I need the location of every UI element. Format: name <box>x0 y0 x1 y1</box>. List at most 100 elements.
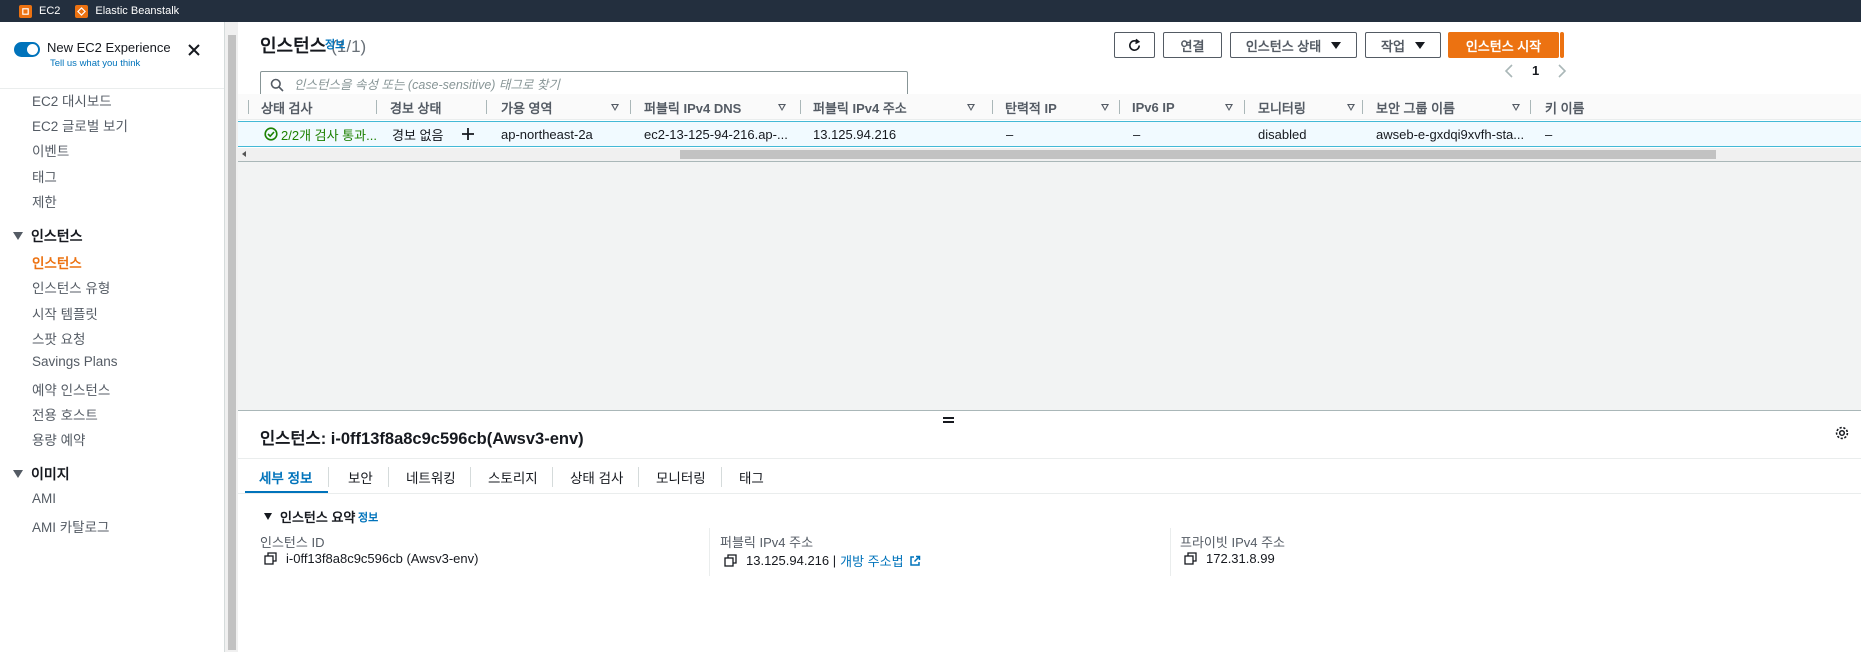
sidebar-item-reserved-instances[interactable]: 예약 인스턴스 <box>32 379 110 399</box>
sidebar-item-capacity-reservations[interactable]: 용량 예약 <box>32 429 85 449</box>
sidebar-item-global-view[interactable]: EC2 글로벌 보기 <box>32 115 128 135</box>
gear-icon[interactable] <box>1834 425 1850 441</box>
horizontal-scrollbar[interactable] <box>238 148 1861 161</box>
pagination: 1 <box>1504 63 1567 78</box>
chevron-left-icon[interactable] <box>1504 63 1514 78</box>
sidebar-scrollbar[interactable] <box>224 22 238 652</box>
button-label: 작업 <box>1381 38 1405 54</box>
column-elastic-ip[interactable]: 탄력적 IP <box>1005 94 1115 120</box>
column-public-ipv4[interactable]: 퍼블릭 IPv4 주소 <box>813 94 983 120</box>
caret-down-icon <box>13 470 23 478</box>
sort-icon[interactable] <box>1101 104 1109 111</box>
sidebar-item-spot-requests[interactable]: 스팟 요청 <box>32 328 85 348</box>
add-alarm-button[interactable] <box>461 122 475 146</box>
column-ipv6[interactable]: IPv6 IP <box>1132 94 1233 120</box>
column-monitoring[interactable]: 모니터링 <box>1258 94 1368 120</box>
launch-instances-button[interactable]: 인스턴스 시작 <box>1448 32 1559 58</box>
column-separator <box>1362 94 1372 120</box>
column-security-group[interactable]: 보안 그룹 이름 <box>1376 94 1526 120</box>
caret-down-icon <box>13 232 23 240</box>
tabs-top-divider <box>238 458 1861 459</box>
column-availability-zone[interactable]: 가용 영역 <box>501 94 621 120</box>
page-title: 인스턴스 (1/1) <box>260 32 366 58</box>
tab-storage[interactable]: 스토리지 <box>488 467 538 487</box>
tab-networking[interactable]: 네트워킹 <box>406 467 456 487</box>
feedback-link[interactable]: Tell us what you think <box>50 58 171 69</box>
scrollbar-thumb[interactable] <box>228 35 236 650</box>
tab-monitoring[interactable]: 모니터링 <box>656 467 706 487</box>
sort-icon[interactable] <box>1512 104 1520 111</box>
detail-title: 인스턴스: i-0ff13f8a8c9c596cb(Awsv3-env) <box>260 430 584 448</box>
copy-icon[interactable] <box>724 554 737 567</box>
sidebar-item-instance-types[interactable]: 인스턴스 유형 <box>32 277 110 297</box>
copy-icon[interactable] <box>1184 552 1197 565</box>
favorite-ec2[interactable]: EC2 <box>19 0 60 22</box>
public-dns-cell: ec2-13-125-94-216.ap-... <box>644 126 788 142</box>
tab-tags[interactable]: 태그 <box>739 467 764 487</box>
tab-details[interactable]: 세부 정보 <box>259 467 312 487</box>
info-link[interactable]: 정보 <box>325 36 345 52</box>
column-separator <box>1119 94 1129 120</box>
tab-separator <box>638 467 639 487</box>
tab-status-checks[interactable]: 상태 검사 <box>570 467 623 487</box>
sidebar-item-savings-plans[interactable]: Savings Plans <box>32 354 118 369</box>
page-number[interactable]: 1 <box>1532 63 1539 78</box>
copy-icon[interactable] <box>264 552 277 565</box>
sidebar-item-ec2-dashboard[interactable]: EC2 대시보드 <box>32 90 112 110</box>
sidebar-item-limits[interactable]: 제한 <box>32 191 57 211</box>
open-address-link[interactable]: 개방 주소법 <box>840 551 903 570</box>
sidebar-divider <box>0 88 224 89</box>
refresh-button[interactable] <box>1114 32 1155 58</box>
sidebar-section-images[interactable]: 이미지 <box>13 464 70 484</box>
sidebar-item-ami-catalog[interactable]: AMI 카탈로그 <box>32 516 109 536</box>
column-key-name[interactable]: 키 이름 <box>1545 94 1585 120</box>
scroll-left-icon[interactable] <box>242 151 246 157</box>
instance-summary-header[interactable]: 인스턴스 요약 <box>264 507 355 526</box>
status-check-text: 2/2개 검사 통과... <box>281 127 377 143</box>
public-ipv4-cell: 13.125.94.216 <box>813 126 897 142</box>
sidebar-item-tags[interactable]: 태그 <box>32 166 57 186</box>
instance-id-value: i-0ff13f8a8c9c596cb (Awsv3-env) <box>264 551 478 566</box>
status-check-cell[interactable]: 2/2개 검사 통과... <box>264 122 377 146</box>
external-link-icon[interactable] <box>909 555 921 567</box>
connect-button[interactable]: 연결 <box>1163 32 1222 58</box>
column-separator <box>1530 94 1540 120</box>
sort-icon[interactable] <box>1347 104 1355 111</box>
section-title: 이미지 <box>31 466 70 482</box>
column-public-dns[interactable]: 퍼블릭 IPv4 DNS <box>644 94 794 120</box>
actions-button[interactable]: 작업 <box>1365 32 1441 58</box>
column-divider <box>709 528 710 576</box>
button-label: 인스턴스 상태 <box>1245 38 1322 54</box>
favorite-label: EC2 <box>39 5 61 17</box>
sidebar-item-events[interactable]: 이벤트 <box>32 140 69 160</box>
chevron-right-icon[interactable] <box>1557 63 1567 78</box>
scrollbar-thumb[interactable] <box>680 150 1716 159</box>
favorite-elastic-beanstalk[interactable]: Elastic Beanstalk <box>75 0 179 22</box>
new-experience-toggle[interactable] <box>14 42 40 57</box>
main-content: 인스턴스 (1/1) 정보 연결 인스턴스 상태 작업 인스턴스 시작 1 상태… <box>238 22 1861 652</box>
sidebar-item-instances[interactable]: 인스턴스 <box>32 252 82 272</box>
sidebar-item-dedicated-hosts[interactable]: 전용 호스트 <box>32 404 98 424</box>
table-row[interactable]: 2/2개 검사 통과... 경보 없음 ap-northeast-2a ec2-… <box>238 121 1861 147</box>
table-header: 상태 검사 경보 상태 가용 영역 퍼블릭 IPv4 DNS 퍼블릭 IPv4 … <box>238 94 1861 120</box>
column-separator <box>800 94 810 120</box>
sidebar-section-instances[interactable]: 인스턴스 <box>13 226 83 246</box>
sort-icon[interactable] <box>611 104 619 111</box>
instance-state-button[interactable]: 인스턴스 상태 <box>1230 32 1357 58</box>
tab-security[interactable]: 보안 <box>348 467 373 487</box>
sidebar-item-launch-templates[interactable]: 시작 템플릿 <box>32 303 98 323</box>
close-icon[interactable] <box>185 41 203 59</box>
sidebar-item-ami[interactable]: AMI <box>32 491 56 506</box>
sort-icon[interactable] <box>967 104 975 111</box>
column-separator <box>376 94 386 120</box>
search-input[interactable] <box>294 77 894 92</box>
column-status-check[interactable]: 상태 검사 <box>261 94 361 120</box>
resize-handle-icon[interactable] <box>943 415 954 423</box>
column-alarm-status[interactable]: 경보 상태 <box>390 94 441 120</box>
launch-dropdown-button[interactable] <box>1560 32 1564 58</box>
field-value-text: 13.125.94.216 | <box>746 553 837 568</box>
sort-icon[interactable] <box>778 104 786 111</box>
summary-info-link[interactable]: 정보 <box>358 509 378 525</box>
sort-icon[interactable] <box>1225 104 1233 111</box>
title-text: 인스턴스 <box>260 36 327 56</box>
